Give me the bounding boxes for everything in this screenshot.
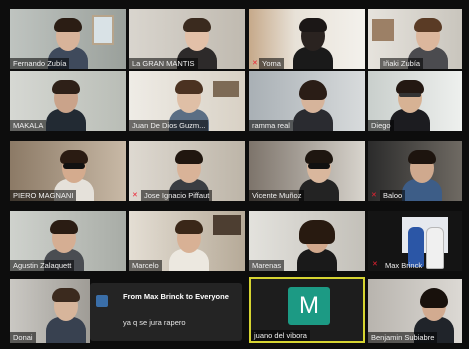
participant-tile[interactable]: PIERO MAGNANI	[10, 141, 126, 201]
participant-tile[interactable]: Agustin Zalaquett	[10, 211, 126, 271]
participant-tile[interactable]: Yoma ✕	[249, 9, 365, 69]
active-speaker-tile[interactable]: M juano del vibora	[249, 277, 365, 343]
participant-video	[299, 150, 339, 201]
participant-video	[46, 80, 86, 131]
muted-icon: ✕	[252, 60, 258, 67]
participant-tile[interactable]: Iñaki Zubía	[368, 9, 462, 69]
participant-tile[interactable]: La GRAN MANTIS	[129, 9, 245, 69]
participant-name: Donai	[10, 332, 36, 343]
participant-tile[interactable]: Donai	[10, 279, 90, 343]
participant-name: Iñaki Zubía	[380, 58, 424, 69]
muted-icon: ✕	[372, 261, 378, 268]
chat-notification[interactable]: From Max Brinck to Everyone ya q se jura…	[90, 283, 242, 341]
participant-name: Juan De Dios Guzm...	[129, 120, 209, 131]
participant-name: ramma real	[249, 120, 293, 131]
participant-name: Agustin Zalaquett	[10, 260, 75, 271]
participant-tile[interactable]: ✕ Jose Ignacio Piffaut	[129, 141, 245, 201]
participant-tile[interactable]: Juan De Dios Guzm...	[129, 71, 245, 131]
participant-video	[402, 150, 442, 201]
avatar: M	[288, 287, 330, 325]
participant-name: MAKALA	[10, 120, 47, 131]
participant-video	[169, 220, 209, 271]
participant-tile[interactable]: ramma real	[249, 71, 365, 131]
chat-notification-title: From Max Brinck to Everyone	[123, 292, 229, 301]
participant-tile[interactable]: Marcelo	[129, 211, 245, 271]
participant-name: Marcelo	[129, 260, 162, 271]
participant-tile[interactable]: ✕ Baloo	[368, 141, 462, 201]
participant-name: La GRAN MANTIS	[129, 58, 198, 69]
participant-tile[interactable]: Marenas	[249, 211, 365, 271]
participant-tile[interactable]: MAKALA	[10, 71, 126, 131]
profile-picture	[402, 217, 448, 269]
participant-name: Max Brinck	[385, 261, 423, 270]
participant-video	[293, 80, 333, 131]
participant-tile[interactable]: Fernando Zubía	[10, 9, 126, 69]
muted-icon: ✕	[371, 192, 377, 199]
participant-tile[interactable]: Vicente Muñoz	[249, 141, 365, 201]
participant-tile[interactable]: Diego	[368, 71, 462, 131]
participant-video	[297, 220, 337, 271]
muted-icon: ✕	[132, 192, 138, 199]
chat-notification-message: ya q se jura rapero	[123, 318, 186, 327]
sender-avatar-icon	[96, 295, 108, 307]
participant-name: Vicente Muñoz	[249, 190, 305, 201]
participant-name: Marenas	[249, 260, 285, 271]
participant-video	[46, 288, 86, 343]
participant-name: Diego	[368, 120, 394, 131]
participant-name: Yoma	[259, 58, 284, 69]
participant-name: Benjamin Subiabre	[368, 332, 438, 343]
video-gallery: Fernando Zubía La GRAN MANTIS Yoma ✕ Iña…	[0, 0, 469, 349]
participant-video	[390, 80, 430, 131]
participant-name: Jose Ignacio Piffaut	[141, 190, 213, 201]
participant-name: Baloo	[380, 190, 406, 201]
participant-video	[293, 18, 333, 69]
participant-name: juano del vibora	[251, 330, 310, 341]
participant-tile[interactable]: Benjamin Subiabre	[368, 279, 462, 343]
participant-name: PIERO MAGNANI	[10, 190, 77, 201]
participant-tile[interactable]: ✕ Max Brinck	[368, 211, 462, 271]
participant-name: Fernando Zubía	[10, 58, 70, 69]
